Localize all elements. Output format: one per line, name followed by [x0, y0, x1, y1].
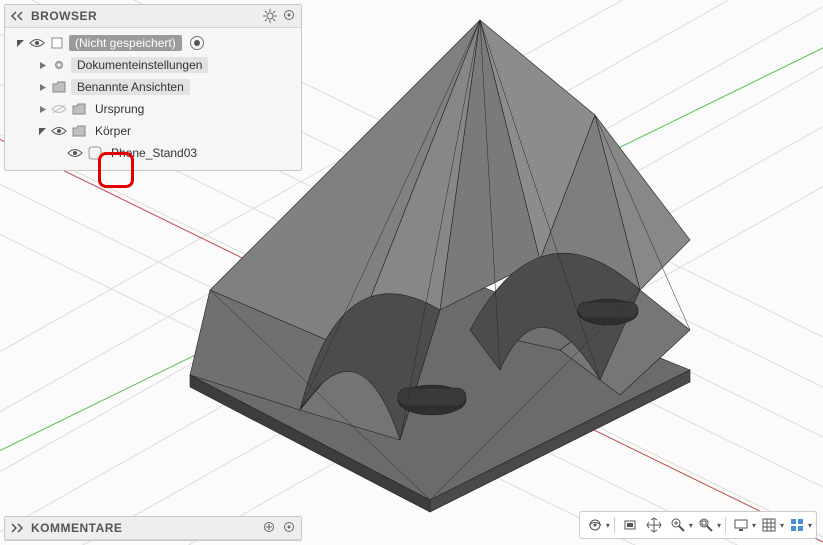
gear-icon — [51, 57, 67, 73]
visibility-hidden-icon[interactable] — [51, 102, 67, 116]
gear-icon[interactable] — [263, 9, 277, 23]
tree-item-named-views[interactable]: Benannte Ansichten — [5, 76, 301, 98]
browser-header: BROWSER — [5, 5, 301, 28]
browser-title: BROWSER — [31, 9, 257, 23]
chevron-down-icon[interactable]: ▾ — [780, 521, 784, 530]
pin-icon[interactable] — [283, 521, 297, 535]
expand-icon[interactable] — [37, 126, 47, 136]
tree-item-label: Dokumenteinstellungen — [71, 57, 208, 73]
tree-item-origin[interactable]: Ursprung — [5, 98, 301, 120]
root-label[interactable]: (Nicht gespeichert) — [69, 35, 182, 51]
look-at-button[interactable] — [619, 514, 641, 536]
panel-collapse-icon[interactable] — [9, 9, 25, 23]
comments-header: KOMMENTARE — [5, 517, 301, 540]
tree-item-label: Ursprung — [91, 101, 148, 117]
expand-icon[interactable] — [37, 82, 47, 92]
comments-panel: KOMMENTARE — [4, 516, 302, 541]
browser-tree: (Nicht gespeichert) Dokumenteinstellunge… — [5, 28, 301, 170]
comments-title: KOMMENTARE — [31, 521, 257, 535]
tree-item-document-settings[interactable]: Dokumenteinstellungen — [5, 54, 301, 76]
folder-icon — [71, 101, 87, 117]
tree-item-label: Körper — [91, 123, 135, 139]
expand-icon[interactable] — [37, 60, 47, 70]
viewports-button[interactable] — [786, 514, 808, 536]
tree-item-label: Benannte Ansichten — [71, 79, 190, 95]
browser-panel: BROWSER (Nicht gespeichert) Dokumenteins… — [4, 4, 302, 171]
chevron-down-icon[interactable]: ▾ — [606, 521, 610, 530]
folder-icon — [71, 123, 87, 139]
component-icon — [49, 35, 65, 51]
folder-icon — [51, 79, 67, 95]
body-icon — [87, 145, 103, 161]
expand-icon[interactable] — [37, 104, 47, 114]
tree-item-bodies[interactable]: Körper — [5, 120, 301, 142]
tree-root[interactable]: (Nicht gespeichert) — [5, 32, 301, 54]
visibility-icon[interactable] — [67, 146, 83, 160]
chevron-down-icon[interactable]: ▾ — [717, 521, 721, 530]
panel-expand-icon[interactable] — [9, 521, 25, 535]
visibility-icon[interactable] — [51, 124, 67, 138]
pin-icon[interactable] — [283, 9, 297, 23]
tree-item-body-phone-stand[interactable]: Phone_Stand03 — [5, 142, 301, 164]
active-component-radio[interactable] — [190, 36, 204, 50]
expand-icon[interactable] — [15, 38, 25, 48]
navigation-bar: ▾ ▾ ▾ ▾ ▾ ▾ — [579, 511, 817, 539]
pan-button[interactable] — [643, 514, 665, 536]
visibility-icon[interactable] — [29, 36, 45, 50]
display-settings-button[interactable] — [730, 514, 752, 536]
chevron-down-icon[interactable]: ▾ — [689, 521, 693, 530]
chevron-down-icon[interactable]: ▾ — [808, 521, 812, 530]
grid-settings-button[interactable] — [758, 514, 780, 536]
fit-button[interactable] — [695, 514, 717, 536]
chevron-down-icon[interactable]: ▾ — [752, 521, 756, 530]
zoom-button[interactable] — [667, 514, 689, 536]
tree-item-label: Phone_Stand03 — [107, 145, 201, 161]
orbit-button[interactable] — [584, 514, 606, 536]
add-comment-icon[interactable] — [263, 521, 277, 535]
